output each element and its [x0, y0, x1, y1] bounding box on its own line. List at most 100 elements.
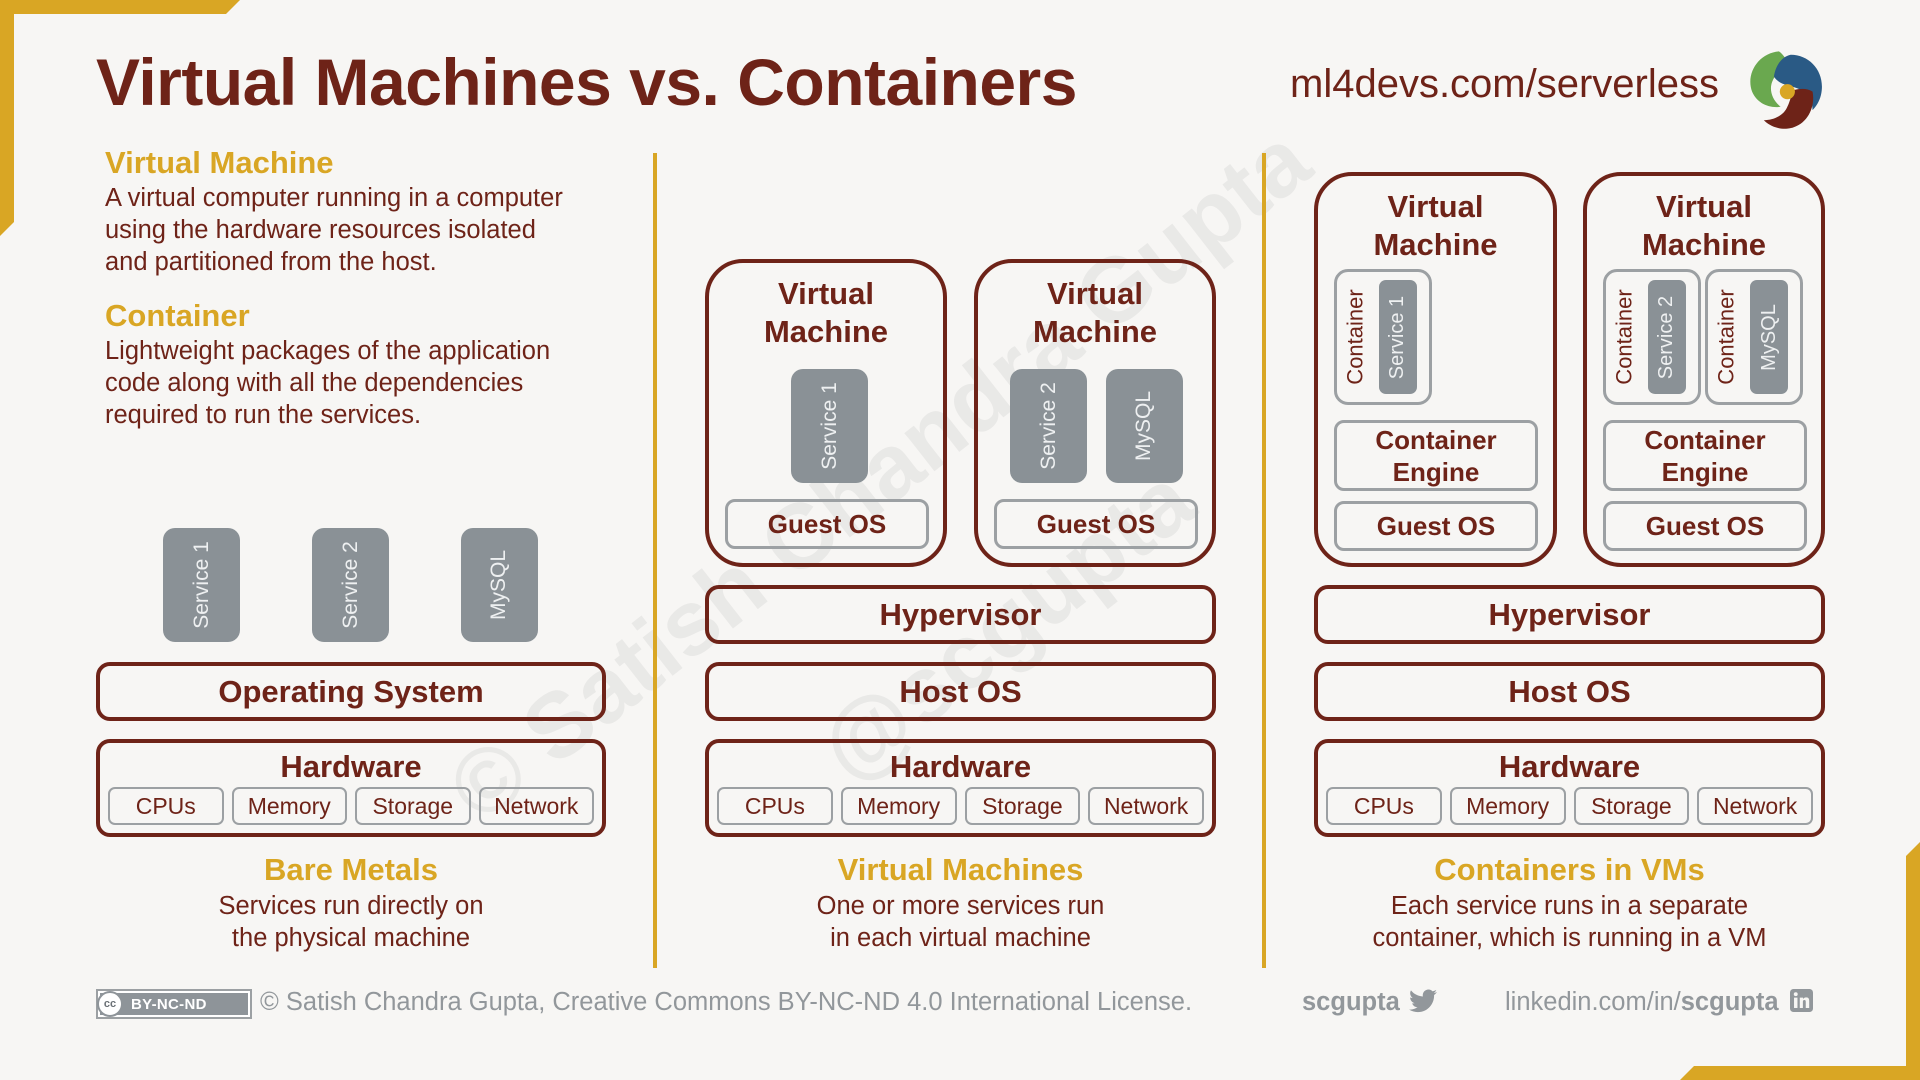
caption-line: Services run directly on: [218, 892, 484, 920]
container-box: Container MySQL: [1705, 269, 1803, 405]
layer-label: Hardware: [1498, 749, 1641, 784]
host-os-layer: Host OS: [705, 662, 1216, 721]
hardware-resources: CPUs Memory Storage Network: [108, 787, 594, 825]
hypervisor-layer: Hypervisor: [1314, 585, 1825, 644]
service-block: Service 1: [791, 369, 868, 483]
hardware-item-cpus: CPUs: [717, 787, 833, 825]
virtual-machine: Virtual Machine Container Service 2 Cont…: [1583, 172, 1825, 567]
hardware-item-network: Network: [1697, 787, 1813, 825]
hardware-resources: CPUs Memory Storage Network: [717, 787, 1204, 825]
definition-text-vm: A virtual computer running in a computer…: [105, 182, 563, 278]
caption-text: One or more services run in each virtual…: [705, 890, 1216, 954]
page-title: Virtual Machines vs. Containers: [96, 45, 1077, 119]
service-label: Service 1: [1386, 295, 1409, 379]
vm-title: Virtual Machine: [709, 275, 943, 351]
linkedin-icon: [1789, 989, 1813, 1012]
column-divider: [653, 153, 657, 968]
pinwheel-logo-icon: [1750, 51, 1822, 129]
layer-label: Operating System: [218, 673, 484, 709]
service-label: Service 1: [817, 382, 841, 470]
hardware-layer: Hardware CPUs Memory Storage Network: [1314, 739, 1825, 837]
linkedin-link[interactable]: linkedin.com/in/scgupta: [1505, 988, 1813, 1017]
service-block: MySQL: [1106, 369, 1183, 483]
guest-os-layer: Guest OS: [725, 499, 929, 549]
hardware-item-network: Network: [1088, 787, 1204, 825]
caption-line: the physical machine: [231, 924, 471, 952]
hardware-item-storage: Storage: [355, 787, 471, 825]
virtual-machine: Virtual Machine Container Service 1 Cont…: [1314, 172, 1557, 567]
layer-label: Hardware: [280, 749, 422, 784]
hypervisor-layer: Hypervisor: [705, 585, 1216, 644]
definition-line: Lightweight packages of the application: [105, 337, 551, 365]
engine-line: Engine: [1392, 456, 1480, 487]
caption-text: Each service runs in a separate containe…: [1314, 890, 1825, 954]
hardware-item-storage: Storage: [1573, 787, 1690, 825]
service-label: Service 1: [189, 541, 213, 629]
engine-line: Container: [1375, 424, 1497, 455]
container-engine-layer: Container Engine: [1603, 420, 1807, 491]
linkedin-prefix: linkedin.com/in/: [1505, 988, 1681, 1016]
service-block: Service 2: [312, 528, 389, 642]
container-box: Container Service 2: [1603, 269, 1701, 405]
definition-heading-vm: Virtual Machine: [105, 145, 334, 180]
vm-title: Virtual Machine: [1318, 188, 1553, 264]
layer-label: Host OS: [899, 673, 1022, 709]
guest-os-layer: Guest OS: [994, 499, 1198, 549]
hardware-layer: Hardware CPUs Memory Storage Network: [705, 739, 1216, 837]
vm-title-line: Machine: [1373, 227, 1498, 262]
service-label: Service 2: [1036, 382, 1060, 470]
vm-title-line: Virtual: [1047, 276, 1143, 311]
virtual-machine: Virtual Machine Service 1 Guest OS: [705, 259, 947, 567]
container-label: Container: [1610, 272, 1640, 402]
layer-label: Hardware: [889, 749, 1032, 784]
license-badge[interactable]: cc BY-NC-ND: [96, 989, 252, 1019]
vm-title-line: Virtual: [1387, 189, 1484, 224]
vm-title-line: Machine: [1641, 227, 1767, 262]
definition-text-container: Lightweight packages of the application …: [105, 335, 550, 431]
hardware-item-storage: Storage: [964, 787, 1081, 825]
container-engine-layer: Container Engine: [1334, 420, 1538, 491]
column-divider: [1262, 153, 1266, 968]
license-text: © Satish Chandra Gupta, Creative Commons…: [260, 988, 1193, 1016]
engine-line: Engine: [1661, 456, 1749, 487]
layer-label: Hypervisor: [879, 596, 1042, 632]
definition-line: required to run the services.: [105, 401, 422, 429]
virtual-machine: Virtual Machine Service 2 MySQL Guest OS: [974, 259, 1216, 567]
service-block: Service 1: [163, 528, 240, 642]
caption-title: Bare Metals: [263, 852, 439, 887]
license-badge-text: BY-NC-ND: [131, 995, 207, 1013]
caption-line: container, which is running in a VM: [1372, 924, 1767, 952]
service-block: Service 1: [1379, 280, 1417, 394]
hardware-resources: CPUs Memory Storage Network: [1326, 787, 1813, 825]
container-label: Container: [1712, 272, 1742, 402]
vm-title: Virtual Machine: [978, 275, 1212, 351]
service-block: Service 2: [1010, 369, 1087, 483]
definition-line: and partitioned from the host.: [105, 248, 437, 276]
service-block: MySQL: [1750, 280, 1788, 394]
vm-title: Virtual Machine: [1587, 188, 1821, 264]
service-label: Service 2: [338, 541, 362, 629]
service-block: MySQL: [461, 528, 538, 642]
container-box: Container Service 1: [1334, 269, 1432, 405]
caption-title: Containers in VMs: [1434, 852, 1705, 887]
operating-system-layer: Operating System: [96, 662, 606, 721]
vm-title-line: Machine: [1032, 314, 1158, 349]
service-block: Service 2: [1648, 280, 1686, 394]
site-url-link[interactable]: ml4devs.com/serverless: [1290, 62, 1719, 107]
layer-label: Host OS: [1508, 673, 1631, 709]
guest-os-layer: Guest OS: [1334, 501, 1538, 551]
hardware-item-cpus: CPUs: [108, 787, 224, 825]
hardware-item-memory: Memory: [1449, 787, 1566, 825]
hardware-layer: Hardware CPUs Memory Storage Network: [96, 739, 606, 837]
cc-icon: cc: [97, 991, 123, 1017]
vm-title-line: Machine: [763, 314, 889, 349]
definition-line: using the hardware resources isolated: [105, 216, 536, 244]
container-label: Container: [1341, 272, 1371, 402]
twitter-handle: scgupta: [1302, 988, 1400, 1016]
guest-os-layer: Guest OS: [1603, 501, 1807, 551]
container-label-text: Container: [1714, 289, 1740, 385]
hardware-item-network: Network: [478, 787, 594, 825]
linkedin-handle: scgupta: [1680, 988, 1779, 1016]
twitter-link[interactable]: scgupta: [1302, 988, 1437, 1017]
twitter-bird-icon: [1408, 989, 1437, 1013]
